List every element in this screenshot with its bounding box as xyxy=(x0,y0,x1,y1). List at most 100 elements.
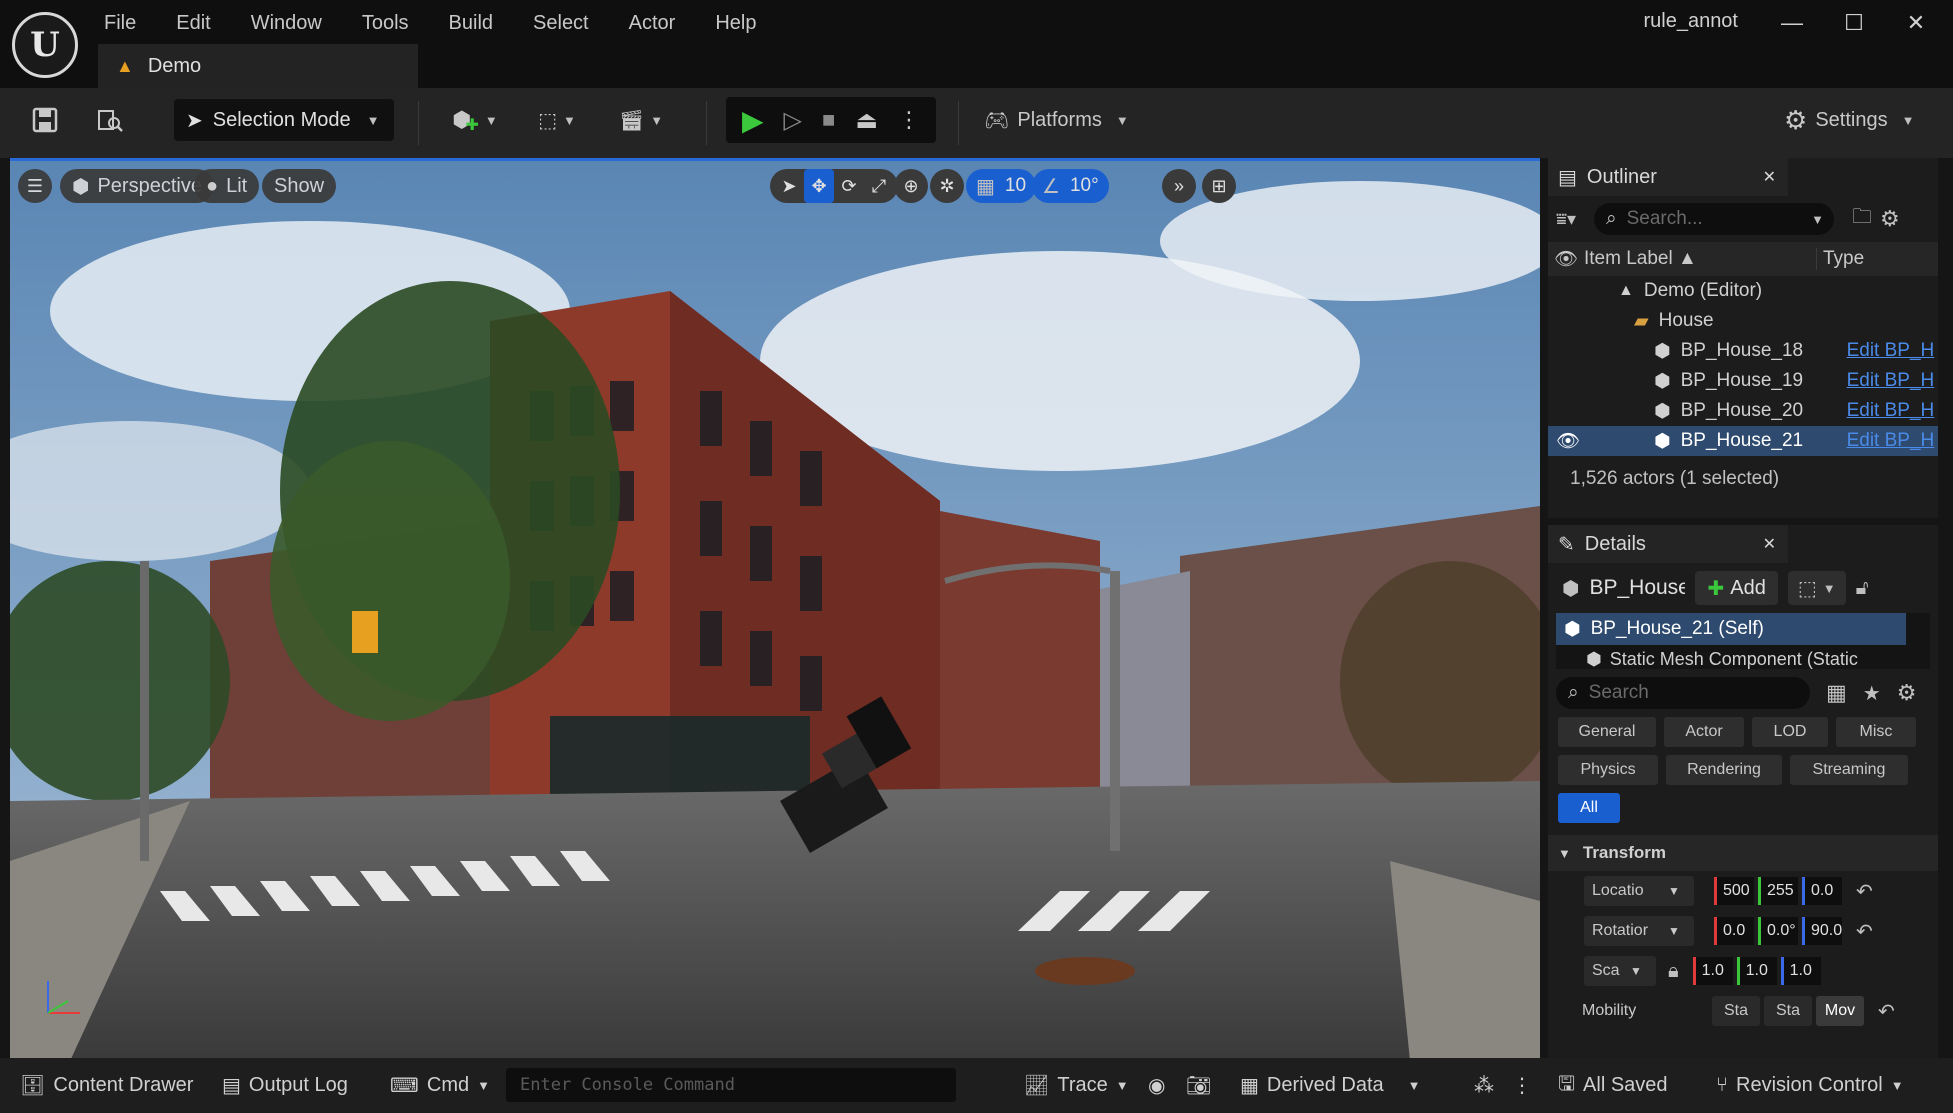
menu-tools[interactable]: Tools xyxy=(362,12,409,35)
surface-snap-icon[interactable]: ✲ xyxy=(930,169,964,203)
category-all[interactable]: All xyxy=(1558,793,1620,823)
world-space-icon[interactable]: ⊕ xyxy=(894,169,928,203)
menu-file[interactable]: File xyxy=(104,12,136,35)
menu-window[interactable]: Window xyxy=(251,12,322,35)
gear-icon[interactable]: ⚙ xyxy=(1897,680,1917,706)
category-misc[interactable]: Misc xyxy=(1836,717,1916,747)
filter-icon[interactable]: ⩸▾ xyxy=(1556,209,1576,230)
advance-frame-icon[interactable]: ▷ xyxy=(784,106,802,135)
selection-mode-dropdown[interactable]: ➤ Selection Mode ▼ xyxy=(174,99,394,141)
location-dropdown[interactable]: Locatio ▼ xyxy=(1584,876,1694,906)
grid-snap-toggle[interactable]: ▦ 10 xyxy=(966,169,1037,203)
trace-dropdown[interactable]: 📈︎ Trace ▼ xyxy=(1024,1058,1129,1113)
rotate-tool-icon[interactable]: ⟳ xyxy=(834,169,864,203)
viewport-layout-icon[interactable]: ⊞ xyxy=(1202,169,1236,203)
level-tab[interactable]: ▲ Demo xyxy=(98,44,418,88)
camera-capture-icon[interactable]: 📷︎ xyxy=(1186,1058,1211,1113)
minimize-icon[interactable]: — xyxy=(1772,8,1812,38)
reset-icon[interactable]: ↶ xyxy=(1856,919,1873,944)
category-general[interactable]: General xyxy=(1558,717,1656,747)
transform-section-header[interactable]: ▼ Transform xyxy=(1548,835,1938,871)
save-icon[interactable] xyxy=(26,98,64,142)
menu-build[interactable]: Build xyxy=(449,12,493,35)
rotation-x[interactable]: 0.0 xyxy=(1714,917,1754,945)
select-tool-icon[interactable]: ➤ xyxy=(774,169,804,203)
mobility-static[interactable]: Sta xyxy=(1712,996,1760,1026)
hamburger-menu-icon[interactable]: ☰ xyxy=(18,169,52,203)
cinematics-button[interactable]: 🎬︎ ▼ xyxy=(612,98,670,142)
category-streaming[interactable]: Streaming xyxy=(1790,755,1908,785)
location-z[interactable]: 0.0 xyxy=(1802,877,1842,905)
outliner-row[interactable]: ⬢ BP_House_19 Edit BP_H xyxy=(1548,366,1938,396)
revision-control-dropdown[interactable]: ⑂ Revision Control ▼ xyxy=(1716,1058,1904,1113)
move-tool-icon[interactable]: ✥ xyxy=(804,169,834,203)
angle-snap-toggle[interactable]: ∠ 10° xyxy=(1032,169,1109,203)
outliner-row[interactable]: ▲ Demo (Editor) xyxy=(1548,276,1938,306)
location-x[interactable]: 500 xyxy=(1714,877,1754,905)
outliner-row-selected[interactable]: 👁︎ ⬢ BP_House_21 Edit BP_H xyxy=(1548,426,1938,456)
category-physics[interactable]: Physics xyxy=(1558,755,1658,785)
rotation-z[interactable]: 90.0 xyxy=(1802,917,1842,945)
scale-tool-icon[interactable]: ⤢ xyxy=(864,169,894,203)
close-window-icon[interactable]: ✕ xyxy=(1896,8,1936,38)
lock-icon[interactable]: 🔒︎ xyxy=(1668,960,1679,983)
reset-icon[interactable]: ↶ xyxy=(1856,879,1873,904)
outliner-row[interactable]: ⬢ BP_House_18 Edit BP_H xyxy=(1548,336,1938,366)
outliner-row[interactable]: ▰ House xyxy=(1548,306,1938,336)
scale-dropdown[interactable]: Sca ▼ xyxy=(1584,956,1656,986)
outliner-tab[interactable]: ▤ Outliner ✕ xyxy=(1548,158,1788,196)
details-search-input[interactable]: ⌕ Search xyxy=(1556,677,1810,709)
rotation-dropdown[interactable]: Rotatior ▼ xyxy=(1584,916,1694,946)
menu-select[interactable]: Select xyxy=(533,12,589,35)
menu-help[interactable]: Help xyxy=(715,12,756,35)
reset-icon[interactable]: ↶ xyxy=(1878,999,1895,1024)
menu-edit[interactable]: Edit xyxy=(176,12,210,35)
mobility-stationary[interactable]: Sta xyxy=(1764,996,1812,1026)
perspective-button[interactable]: ⬢ Perspective xyxy=(60,169,214,203)
menu-actor[interactable]: Actor xyxy=(629,12,676,35)
rotation-y[interactable]: 0.0° xyxy=(1758,917,1798,945)
component-row-self[interactable]: ⬢ BP_House_21 (Self) xyxy=(1556,613,1906,645)
gear-icon[interactable]: ⚙ xyxy=(1880,206,1900,232)
more-options-icon[interactable]: ⋮ xyxy=(1512,1058,1532,1113)
scale-x[interactable]: 1.0 xyxy=(1692,957,1733,985)
console-command-input[interactable]: Enter Console Command xyxy=(506,1068,956,1102)
eject-icon[interactable]: ⏏ xyxy=(855,106,878,135)
lock-icon[interactable]: 🔓︎ xyxy=(1856,577,1869,600)
star-icon[interactable]: ★ xyxy=(1863,681,1881,706)
edit-blueprint-link[interactable]: Edit BP_H xyxy=(1847,400,1935,422)
details-tab[interactable]: ✎ Details ✕ xyxy=(1548,525,1788,563)
add-actor-button[interactable]: ⬢ ✚ ▼ xyxy=(446,98,504,142)
category-actor[interactable]: Actor xyxy=(1664,717,1744,747)
blueprint-options-button[interactable]: ⬚ ▼ xyxy=(1787,571,1846,605)
cmd-dropdown[interactable]: ⌨ Cmd ▼ xyxy=(390,1058,490,1113)
settings-button[interactable]: ⚙ Settings ▼ xyxy=(1784,98,1914,142)
edit-blueprint-link[interactable]: Edit BP_H xyxy=(1847,370,1935,392)
add-folder-icon[interactable]: 🗀︎ xyxy=(1852,202,1872,236)
show-button[interactable]: Show xyxy=(262,169,337,203)
level-viewport[interactable]: ☰ ⬢ Perspective ● Lit Show ➤ ✥ ⟳ ⤢ ⊕ ✲ ▦… xyxy=(10,158,1540,1058)
visibility-icon[interactable]: 👁︎ xyxy=(1556,429,1580,453)
outliner-row[interactable]: ⬢ BP_House_20 Edit BP_H xyxy=(1548,396,1938,426)
record-icon[interactable]: ◉ xyxy=(1148,1058,1165,1113)
all-saved-button[interactable]: 🖫︎ All Saved xyxy=(1558,1058,1668,1113)
play-icon[interactable]: ▶ xyxy=(742,104,764,137)
scale-z[interactable]: 1.0 xyxy=(1780,957,1821,985)
col-type[interactable]: Type xyxy=(1816,248,1864,270)
expand-toolbar-icon[interactable]: » xyxy=(1162,169,1196,203)
content-drawer-button[interactable]: 🗄︎ Content Drawer xyxy=(20,1058,193,1113)
edit-blueprint-link[interactable]: Edit BP_H xyxy=(1847,340,1935,362)
edit-blueprint-link[interactable]: Edit BP_H xyxy=(1847,430,1935,452)
derived-data-dropdown[interactable]: ▦ Derived Data ▼ xyxy=(1240,1058,1421,1113)
maximize-icon[interactable]: ☐ xyxy=(1834,8,1874,38)
location-y[interactable]: 255 xyxy=(1758,877,1798,905)
category-rendering[interactable]: Rendering xyxy=(1666,755,1782,785)
scale-y[interactable]: 1.0 xyxy=(1736,957,1777,985)
blueprint-button[interactable]: ⬚ ▼ xyxy=(528,98,586,142)
visibility-icon[interactable]: 👁︎ xyxy=(1548,247,1584,271)
table-view-icon[interactable]: ▦ xyxy=(1826,680,1847,706)
network-icon[interactable]: ⁂ xyxy=(1474,1058,1494,1113)
close-tab-icon[interactable]: ✕ xyxy=(1763,167,1776,187)
component-row[interactable]: ⬢ Static Mesh Component (Static xyxy=(1556,645,1930,669)
output-log-button[interactable]: ▤ Output Log xyxy=(222,1058,348,1113)
